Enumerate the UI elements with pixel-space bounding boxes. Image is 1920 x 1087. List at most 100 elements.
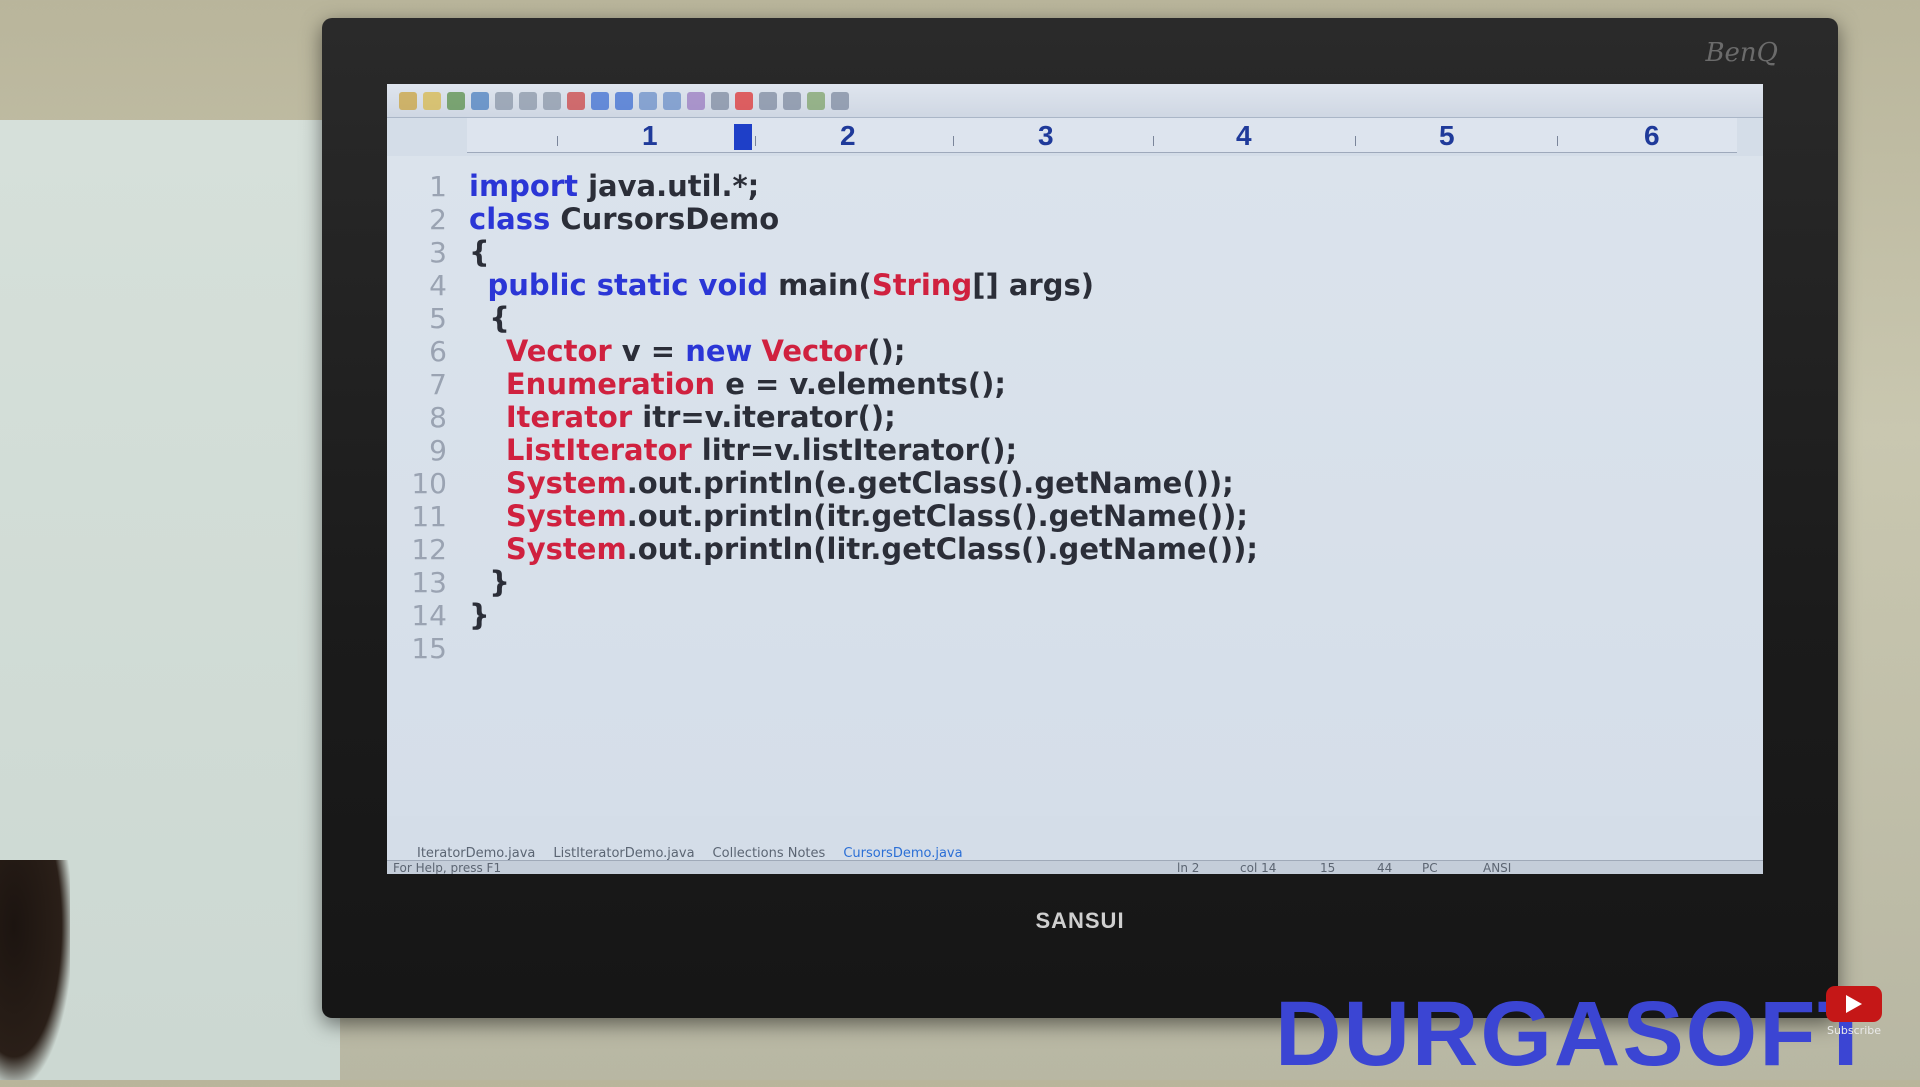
code-token: Enumeration [505, 367, 716, 401]
code-line: 8 Iterator itr=v.iterator(); [387, 400, 1763, 435]
code-line: 9 ListIterator litr=v.listIterator(); [387, 434, 1763, 468]
ruler-number: 2 [840, 120, 856, 151]
code-text: System.out.println(itr.getClass().getNam… [469, 500, 1248, 533]
undo-icon[interactable] [591, 91, 609, 110]
code-token: { [469, 301, 510, 335]
code-text: System.out.println(e.getClass().getName(… [469, 467, 1234, 500]
code-line: 5 { [387, 301, 1763, 336]
open-folder-icon[interactable] [423, 91, 441, 110]
ruler-tick [755, 136, 756, 146]
code-token: Vector [505, 334, 612, 368]
status-encoding: ANSI [1483, 860, 1512, 875]
line-number: 6 [429, 335, 447, 368]
code-line: 7 Enumeration e = v.elements(); [387, 368, 1763, 402]
save-icon[interactable] [447, 91, 465, 110]
copy-icon[interactable] [519, 91, 537, 110]
print-icon[interactable] [471, 91, 489, 110]
presenter-silhouette [0, 860, 70, 1080]
code-token: System [505, 466, 627, 500]
line-number: 5 [429, 302, 447, 335]
code-line: 14} [387, 599, 1763, 633]
spellcheck-icon[interactable] [735, 91, 753, 110]
ruler: 1 2 3 4 5 6 [467, 118, 1737, 153]
paste-icon[interactable] [543, 91, 561, 110]
font-icon[interactable] [687, 91, 705, 110]
code-line: 2 class CursorsDemo [387, 203, 1763, 237]
code-line: 12 System.out.println(litr.getClass().ge… [387, 533, 1763, 567]
code-token: System [505, 499, 627, 533]
line-number: 10 [411, 467, 447, 500]
code-token: { [469, 235, 490, 269]
code-line: 11 System.out.println(itr.getClass().get… [387, 500, 1763, 534]
line-number: 12 [411, 533, 447, 566]
code-token: [] args) [972, 268, 1094, 302]
code-line: 15 [387, 632, 1763, 665]
redo-icon[interactable] [615, 91, 633, 110]
status-column: col 14 [1240, 860, 1277, 875]
line-number: 14 [411, 599, 447, 632]
wrap-icon[interactable] [711, 91, 729, 110]
code-line: 4 public static void main(String[] args) [387, 268, 1763, 303]
new-file-icon[interactable] [399, 91, 417, 110]
replace-icon[interactable] [663, 91, 681, 110]
help-icon[interactable] [831, 91, 849, 110]
line-number: 1 [429, 170, 447, 203]
code-text: System.out.println(litr.getClass().getNa… [469, 533, 1258, 566]
code-text: class CursorsDemo [469, 203, 779, 236]
monitor: BenQ 1 2 3 4 5 6 1 import java.util.*; 2… [322, 18, 1838, 1018]
line-number: 2 [429, 203, 447, 236]
channel-watermark: DURGASOFT [1275, 983, 1876, 1085]
status-mode: PC [1422, 860, 1438, 875]
subscribe-button[interactable]: Subscribe [1826, 986, 1882, 1037]
code-token: System [505, 532, 627, 566]
code-text: ListIterator litr=v.listIterator(); [469, 434, 1017, 467]
status-help-text: For Help, press F1 [393, 860, 502, 875]
code-token: (); [867, 334, 906, 368]
code-text: Vector v = new Vector(); [469, 334, 906, 368]
code-text: import java.util.*; [469, 170, 759, 203]
code-token: } [469, 565, 510, 599]
run-icon[interactable] [807, 91, 825, 110]
code-token: litr=v.listIterator(); [691, 433, 1018, 467]
status-bar: For Help, press F1 ln 2 col 14 15 44 PC … [387, 860, 1763, 874]
status-lines-count: 15 [1320, 860, 1336, 875]
ruler-tick [1153, 136, 1154, 146]
code-text: { [469, 236, 490, 269]
tile-icon[interactable] [783, 91, 801, 110]
code-token: itr=v.iterator(); [632, 400, 896, 434]
find-icon[interactable] [639, 91, 657, 110]
subscribe-label: Subscribe [1826, 1024, 1882, 1037]
window-icon[interactable] [759, 91, 777, 110]
line-number: 4 [429, 269, 447, 302]
toolbar [387, 84, 1763, 118]
cut-icon[interactable] [495, 91, 513, 110]
ruler-number: 4 [1236, 120, 1252, 151]
line-number: 11 [411, 500, 447, 533]
code-line: 6 Vector v = new Vector(); [387, 334, 1763, 369]
ruler-tick [953, 136, 954, 146]
delete-icon[interactable] [567, 91, 585, 110]
status-line: ln 2 [1177, 860, 1200, 875]
ruler-tick [1557, 136, 1558, 146]
code-text: Enumeration e = v.elements(); [469, 368, 1006, 401]
code-editor[interactable]: 1 import java.util.*; 2 class CursorsDemo 3{… [387, 156, 1763, 816]
code-token: public static void [487, 268, 769, 302]
code-token: .out.println(itr.getClass().getName()); [626, 499, 1248, 533]
code-token: .out.println(e.getClass().getName()); [626, 466, 1234, 500]
line-number: 8 [429, 401, 447, 434]
youtube-icon [1826, 986, 1882, 1022]
code-token: String [871, 268, 973, 302]
code-token: v = [611, 334, 686, 368]
ruler-number: 3 [1038, 120, 1054, 151]
code-token: CursorsDemo [550, 202, 780, 236]
line-number: 13 [411, 566, 447, 599]
line-number: 9 [429, 434, 447, 467]
code-token: import [469, 169, 579, 203]
code-token: main( [768, 268, 872, 302]
code-token: Vector [761, 334, 868, 368]
